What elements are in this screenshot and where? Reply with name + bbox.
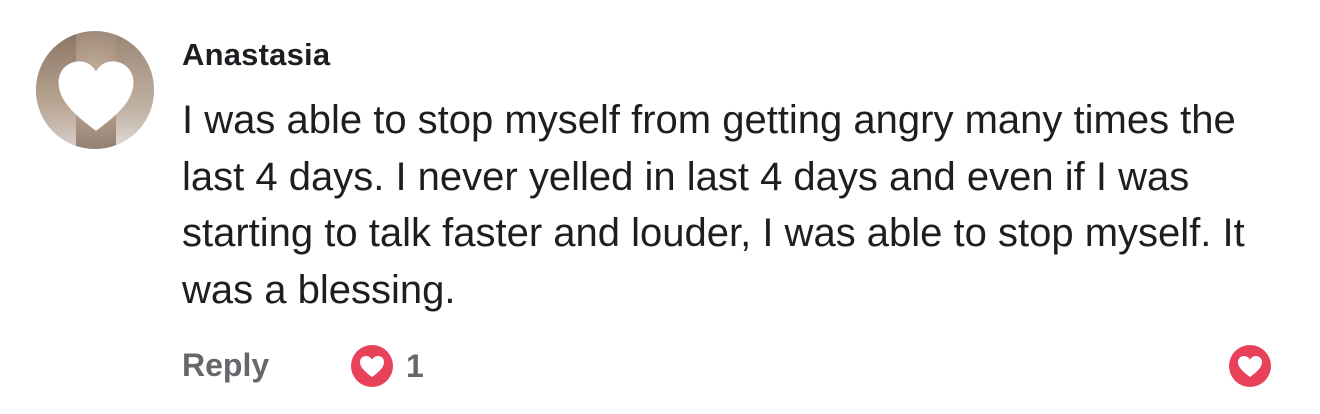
comment: Anastasia I was able to stop myself from… bbox=[0, 0, 1320, 414]
heart-like-icon[interactable] bbox=[1228, 344, 1272, 388]
love-reaction-icon bbox=[351, 345, 393, 387]
heart-mask-icon bbox=[58, 61, 134, 131]
comment-text: I was able to stop myself from getting a… bbox=[182, 98, 1245, 312]
reaction-summary[interactable]: 1 bbox=[350, 344, 424, 388]
reaction-count: 1 bbox=[406, 347, 424, 384]
avatar[interactable] bbox=[36, 31, 154, 149]
comment-author[interactable]: Anastasia bbox=[182, 37, 330, 73]
reply-button[interactable]: Reply bbox=[182, 347, 269, 384]
